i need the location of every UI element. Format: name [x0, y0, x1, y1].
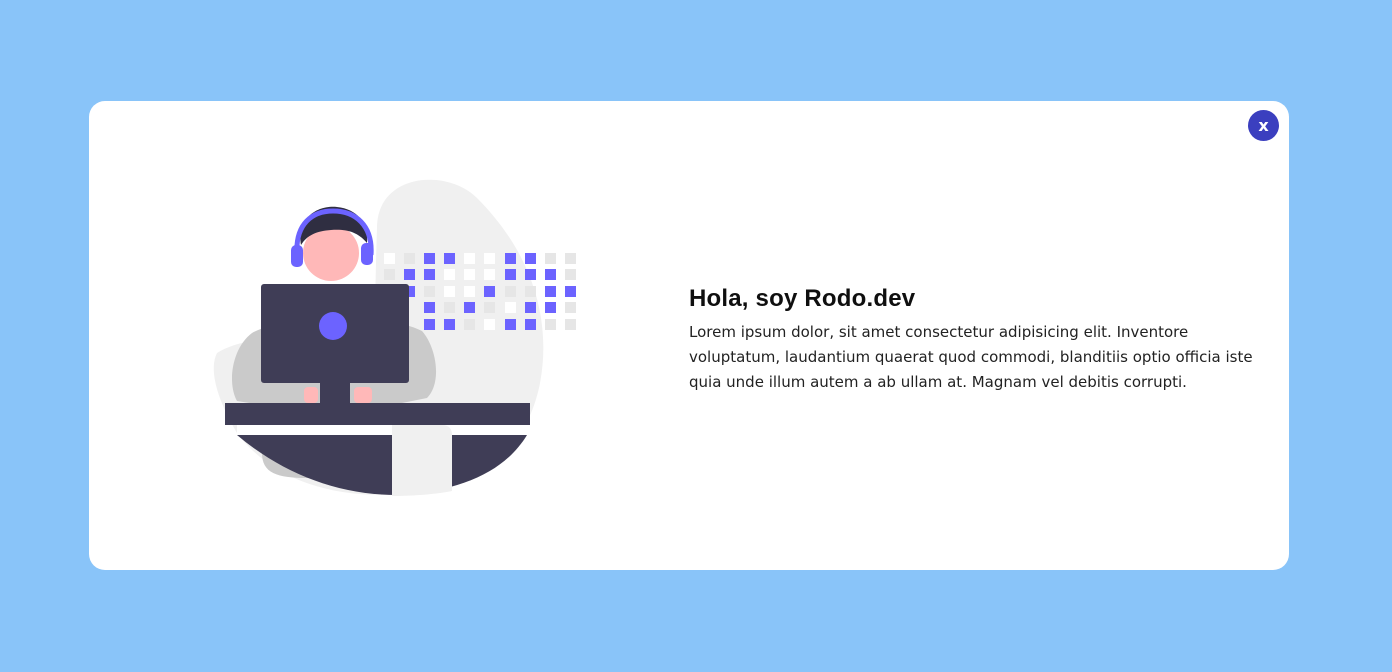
close-button[interactable]: x	[1248, 110, 1279, 141]
intro-text-block: Hola, soy Rodo.dev Lorem ipsum dolor, si…	[689, 284, 1269, 395]
page-title: Hola, soy Rodo.dev	[689, 285, 916, 312]
headphones-right-cup	[361, 243, 373, 265]
developer-at-computer-illustration	[213, 179, 576, 496]
modal-dialog: x Hola, soy Rodo.dev Lorem ipsum dolor, …	[89, 101, 1289, 570]
right-hand	[354, 387, 372, 403]
monitor-logo	[319, 312, 347, 340]
intro-paragraph: Lorem ipsum dolor, sit amet consectetur …	[689, 323, 1253, 391]
desk-stripe	[237, 425, 532, 435]
desk	[225, 403, 530, 425]
chair-back	[392, 425, 452, 496]
left-hand	[304, 387, 318, 403]
headphones-left-cup	[291, 245, 303, 267]
